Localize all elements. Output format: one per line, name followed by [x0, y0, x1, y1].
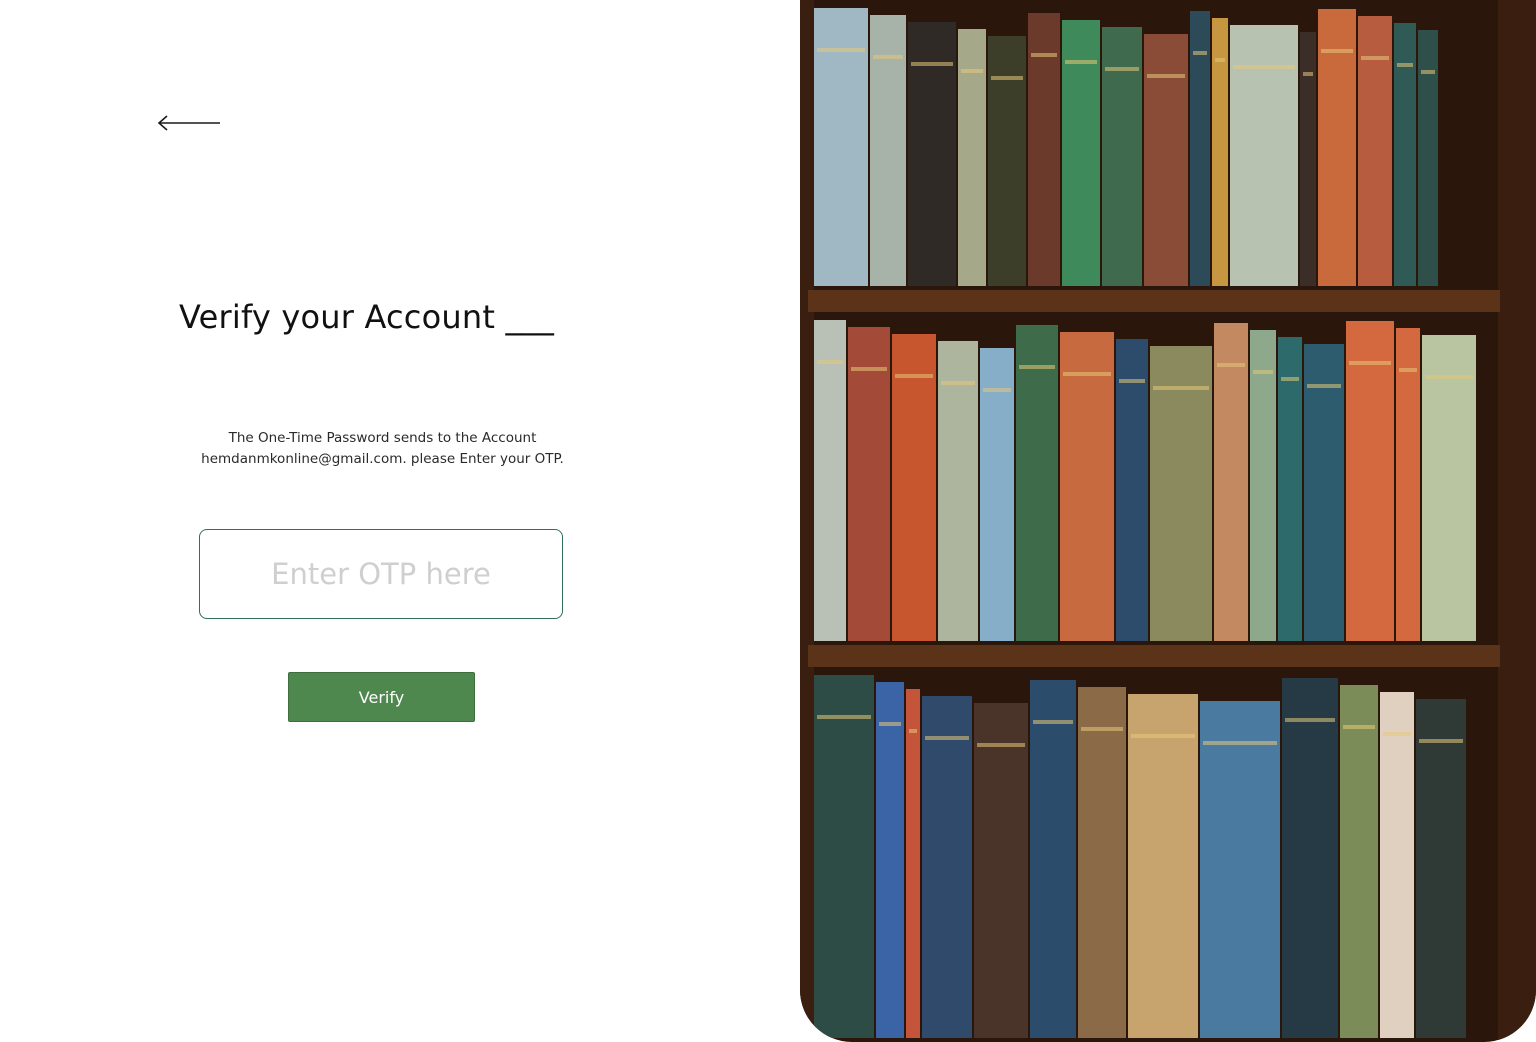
- book-spine-band: [1065, 60, 1097, 64]
- verify-panel: Verify your Account ___ The One-Time Pas…: [0, 0, 800, 1042]
- book-spine: [906, 689, 920, 1038]
- book-spine: [1418, 30, 1438, 286]
- book-spine-band: [1303, 72, 1313, 76]
- book-spine: [1200, 701, 1280, 1038]
- book-spine-band: [1063, 372, 1111, 376]
- book-spine: [814, 675, 874, 1038]
- otp-input[interactable]: [199, 529, 563, 619]
- book-spine: [1346, 321, 1394, 641]
- book-spine: [848, 327, 890, 641]
- book-spine: [1304, 344, 1344, 641]
- book-spine: [908, 22, 956, 286]
- book-spine-band: [1193, 51, 1207, 55]
- book-spine-band: [1399, 368, 1417, 372]
- book-spine: [1102, 27, 1142, 286]
- book-spine: [1278, 337, 1302, 641]
- book-spine-band: [1383, 732, 1411, 736]
- arrow-left-icon: [157, 115, 220, 131]
- bookshelf-image: [800, 0, 1536, 1042]
- book-spine: [1230, 25, 1298, 286]
- book-spine-band: [911, 62, 953, 66]
- page-title: Verify your Account ___: [179, 298, 555, 336]
- book-spine: [1144, 34, 1188, 286]
- book-spine: [1422, 335, 1476, 641]
- book-spine-band: [895, 374, 933, 378]
- book-spine-band: [1215, 58, 1225, 62]
- book-spine: [1062, 20, 1100, 286]
- book-spine: [1380, 692, 1414, 1038]
- book-spine-band: [1421, 70, 1435, 74]
- book-spine: [1060, 332, 1114, 641]
- book-spine-band: [1031, 53, 1057, 57]
- book-spine-band: [1119, 379, 1145, 383]
- book-spine-band: [941, 381, 975, 385]
- book-spine: [814, 320, 846, 641]
- book-spine-band: [1321, 49, 1353, 53]
- book-spine-band: [851, 367, 887, 371]
- book-spine-band: [1343, 725, 1375, 729]
- book-spine: [922, 696, 972, 1038]
- book-spine-band: [1105, 67, 1139, 71]
- book-spine-band: [1153, 386, 1209, 390]
- book-spine-band: [925, 736, 969, 740]
- book-spine: [1282, 678, 1338, 1038]
- book-spine: [1128, 694, 1198, 1038]
- book-spine: [1250, 330, 1276, 641]
- book-spine: [974, 703, 1028, 1038]
- book-spine: [1030, 680, 1076, 1038]
- book-spine-band: [1033, 720, 1073, 724]
- book-spine-band: [1425, 375, 1473, 379]
- book-spine-band: [817, 715, 871, 719]
- book-spine: [1394, 23, 1416, 286]
- book-spine-band: [1019, 365, 1055, 369]
- book-spine-band: [1147, 74, 1185, 78]
- book-spine-band: [1217, 363, 1245, 367]
- book-spine: [1016, 325, 1058, 641]
- book-spine-band: [817, 360, 843, 364]
- book-spine: [1396, 328, 1420, 641]
- book-spine-band: [977, 743, 1025, 747]
- book-spine-band: [1285, 718, 1335, 722]
- book-spine: [892, 334, 936, 641]
- book-spine-band: [1349, 361, 1391, 365]
- otp-description: The One-Time Password sends to the Accou…: [201, 430, 564, 467]
- book-spine-band: [1397, 63, 1413, 67]
- book-spine: [1214, 323, 1248, 641]
- book-spine-band: [873, 55, 903, 59]
- book-spine: [876, 682, 904, 1038]
- book-spine: [1078, 687, 1126, 1038]
- bookshelf-illustration: [800, 0, 1536, 1042]
- book-spine-band: [991, 76, 1023, 80]
- book-spine-band: [1131, 734, 1195, 738]
- book-spine-band: [961, 69, 983, 73]
- book-spine: [1340, 685, 1378, 1038]
- book-spine-band: [1361, 56, 1389, 60]
- book-spine-band: [1253, 370, 1273, 374]
- book-spine-band: [817, 48, 865, 52]
- back-button[interactable]: [154, 110, 224, 136]
- book-spine: [1116, 339, 1148, 641]
- book-spine-band: [909, 729, 917, 733]
- book-spine: [1416, 699, 1466, 1038]
- otp-verify-page: Verify your Account ___ The One-Time Pas…: [0, 0, 1536, 1042]
- book-spine-band: [1307, 384, 1341, 388]
- book-spine-band: [1281, 377, 1299, 381]
- book-spine: [1150, 346, 1212, 641]
- book-spine-band: [983, 388, 1011, 392]
- book-spine-band: [1419, 739, 1463, 743]
- book-spine: [938, 341, 978, 641]
- verify-button[interactable]: Verify: [288, 672, 475, 722]
- book-spine-band: [1233, 65, 1295, 69]
- book-spine-band: [879, 722, 901, 726]
- book-spine: [1300, 32, 1316, 286]
- book-spine-band: [1081, 727, 1123, 731]
- book-spine: [958, 29, 986, 286]
- book-spine-band: [1203, 741, 1277, 745]
- book-spine: [988, 36, 1026, 286]
